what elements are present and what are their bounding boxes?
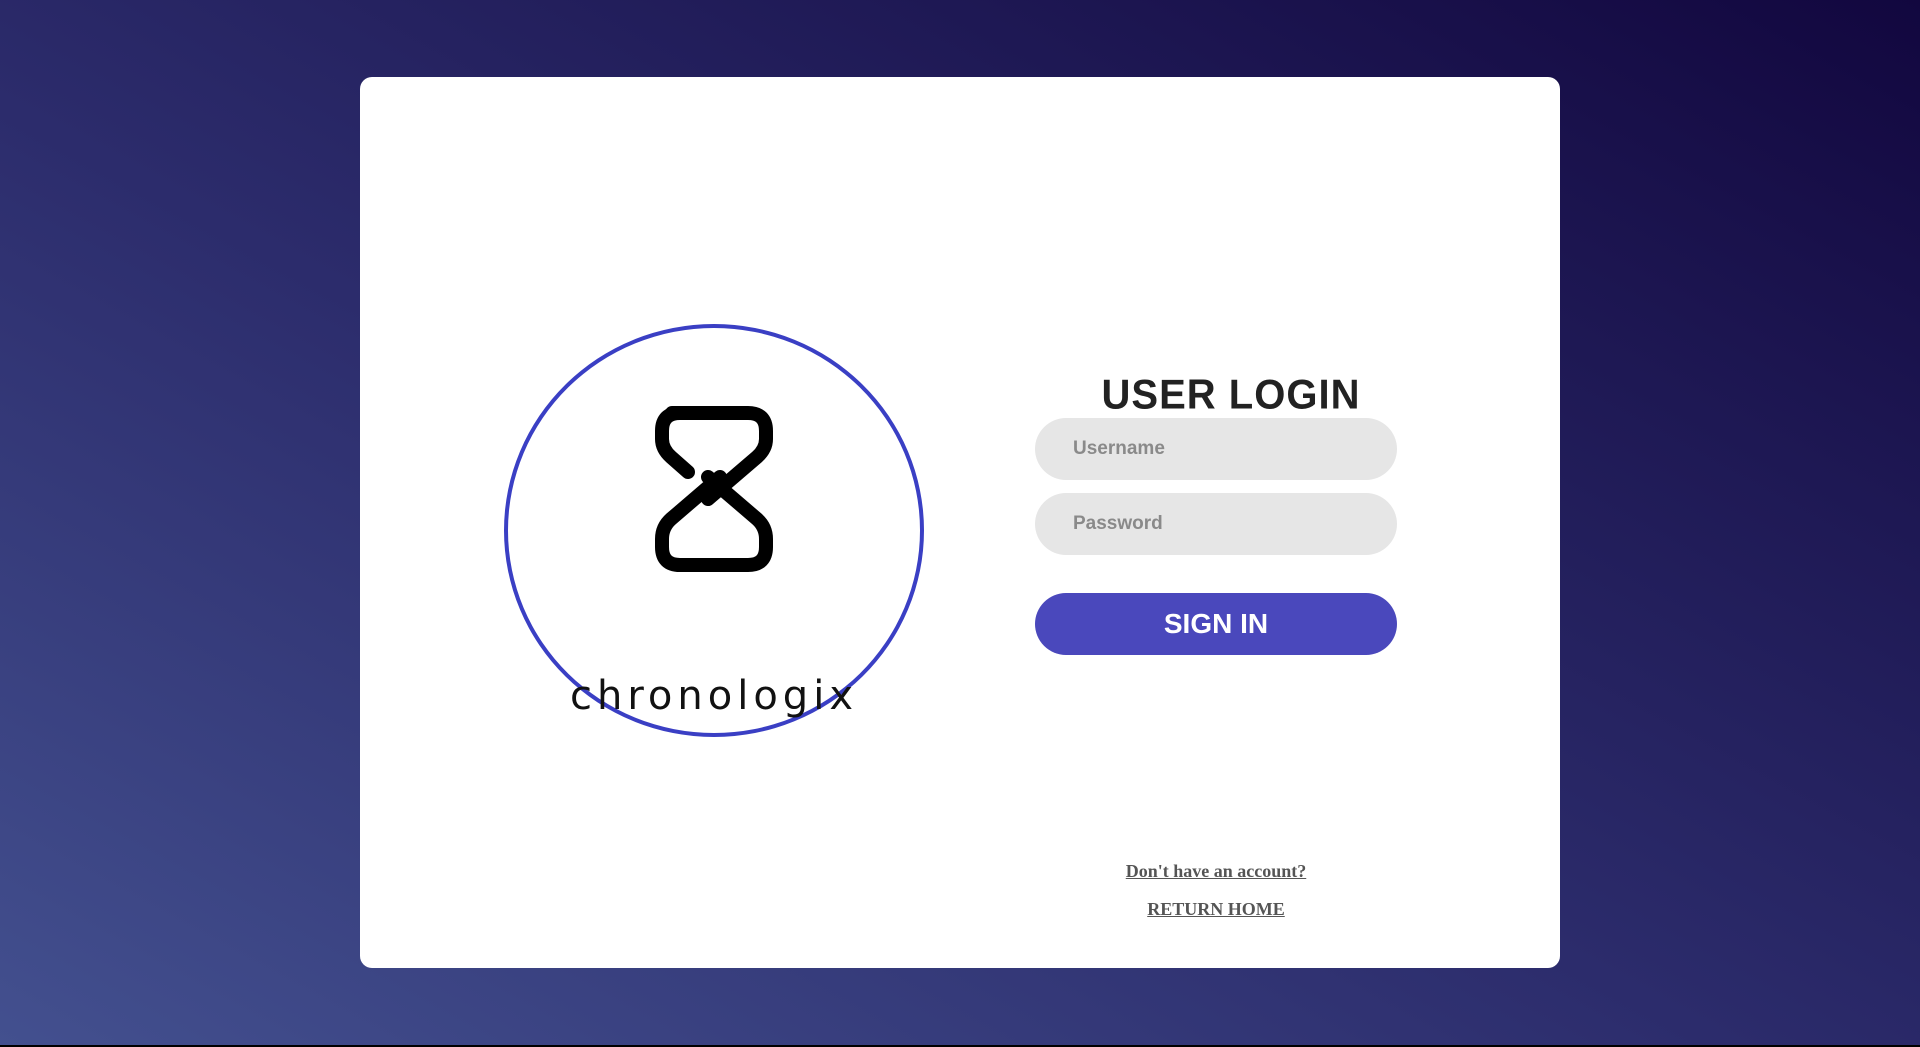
username-input[interactable] [1035,418,1397,480]
signup-link[interactable]: Don't have an account? [1031,861,1401,882]
return-home-link[interactable]: RETURN HOME [1031,899,1401,920]
hourglass-s-icon [655,406,773,572]
page-title: USER LOGIN [1101,371,1361,419]
brand-wordmark: chronologix [570,673,858,719]
sign-in-button[interactable]: SIGN IN [1035,593,1397,655]
password-input[interactable] [1035,493,1397,555]
login-card: chronologix USER LOGIN SIGN IN Don't hav… [360,77,1560,968]
